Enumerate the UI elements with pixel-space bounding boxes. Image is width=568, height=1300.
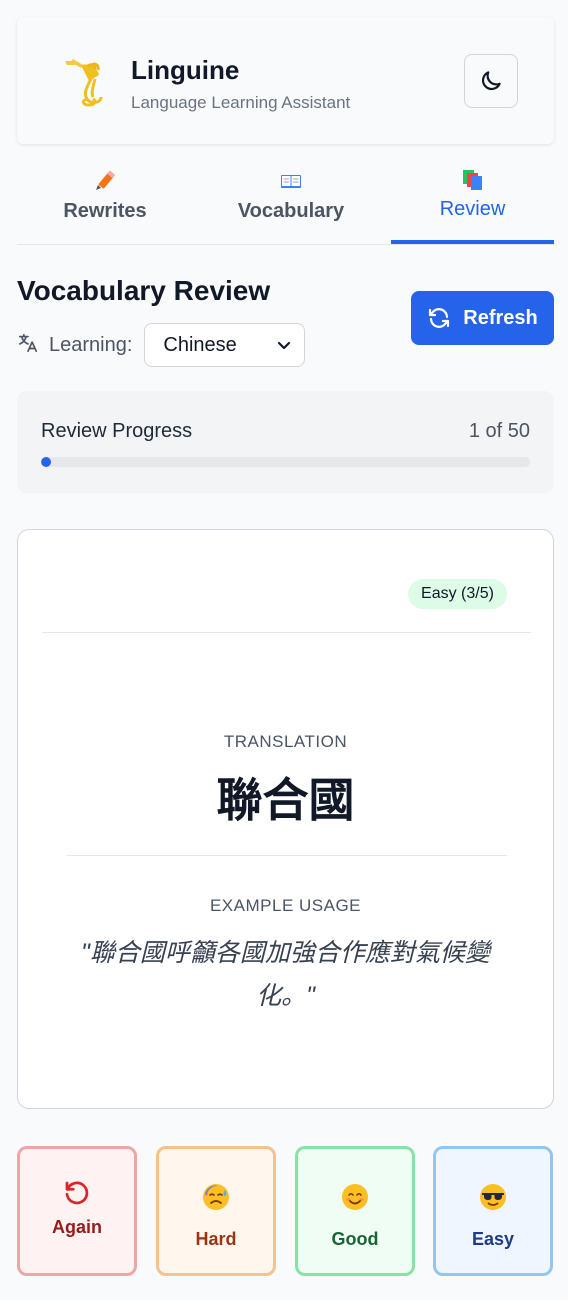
example-usage-label: EXAMPLE USAGE <box>209 896 362 915</box>
good-label: Good <box>331 1229 379 1249</box>
difficulty-badge: Easy (3/5) <box>408 579 507 609</box>
pasta-logo-icon <box>61 55 109 107</box>
again-label: Again <box>51 1217 102 1237</box>
cards-icon <box>391 168 554 194</box>
example-sentence: "聯合國呼籲各國加強合作應對氣候變化。" <box>81 939 490 1010</box>
tab-bar: Rewrites Vocabulary Review <box>17 160 554 245</box>
chevron-down-icon <box>278 341 291 350</box>
language-select-value: Chinese <box>163 333 237 356</box>
progress-label: Review Progress <box>41 420 193 442</box>
tab-label: Vocabulary <box>237 200 345 222</box>
translate-icon <box>17 332 39 359</box>
flashcard[interactable]: Easy (3/5) TRANSLATION 聯合國 EXAMPLE USAGE… <box>17 529 554 1109</box>
divider <box>42 632 531 633</box>
good-button[interactable]: Good <box>295 1146 415 1276</box>
review-progress-card: Review Progress 1 of 50 <box>17 391 554 493</box>
active-tab-indicator <box>391 240 554 244</box>
app-title: Linguine <box>131 55 240 85</box>
easy-label: Easy <box>471 1229 515 1249</box>
smile-face-icon <box>340 1179 370 1215</box>
refresh-button[interactable]: Refresh <box>411 291 554 345</box>
book-icon <box>193 168 389 194</box>
translation-word: 聯合國 <box>216 774 355 826</box>
dark-mode-toggle-button[interactable] <box>464 54 518 108</box>
app-subtitle: Language Learning Assistant <box>131 93 351 112</box>
language-selector-row: Learning: Chinese <box>17 323 306 367</box>
hard-label: Hard <box>195 1229 237 1249</box>
refresh-icon <box>429 308 450 328</box>
pencil-icon <box>17 168 193 194</box>
tab-rewrites[interactable]: Rewrites <box>17 160 193 245</box>
progress-count: 1 of 50 <box>468 420 530 442</box>
tab-review[interactable]: Review <box>391 160 554 245</box>
page-title: Vocabulary Review <box>17 275 271 306</box>
tab-label: Rewrites <box>63 200 147 222</box>
divider <box>67 855 507 856</box>
sunglasses-face-icon <box>478 1179 508 1215</box>
progress-bar-fill <box>41 457 51 467</box>
again-button[interactable]: Again <box>17 1146 137 1276</box>
tab-vocabulary[interactable]: Vocabulary <box>193 160 389 245</box>
learning-label: Learning: <box>49 333 133 356</box>
undo-icon <box>62 1175 92 1211</box>
easy-button[interactable]: Easy <box>433 1146 553 1276</box>
translation-label: TRANSLATION <box>223 732 348 751</box>
progress-bar <box>41 457 530 467</box>
language-select[interactable]: Chinese <box>144 323 306 367</box>
app-header: Linguine Language Learning Assistant <box>17 17 554 144</box>
tab-label: Review <box>439 198 506 220</box>
sweat-face-icon <box>201 1179 231 1215</box>
moon-icon <box>481 71 501 91</box>
hard-button[interactable]: Hard <box>156 1146 276 1276</box>
refresh-label: Refresh <box>463 306 538 329</box>
